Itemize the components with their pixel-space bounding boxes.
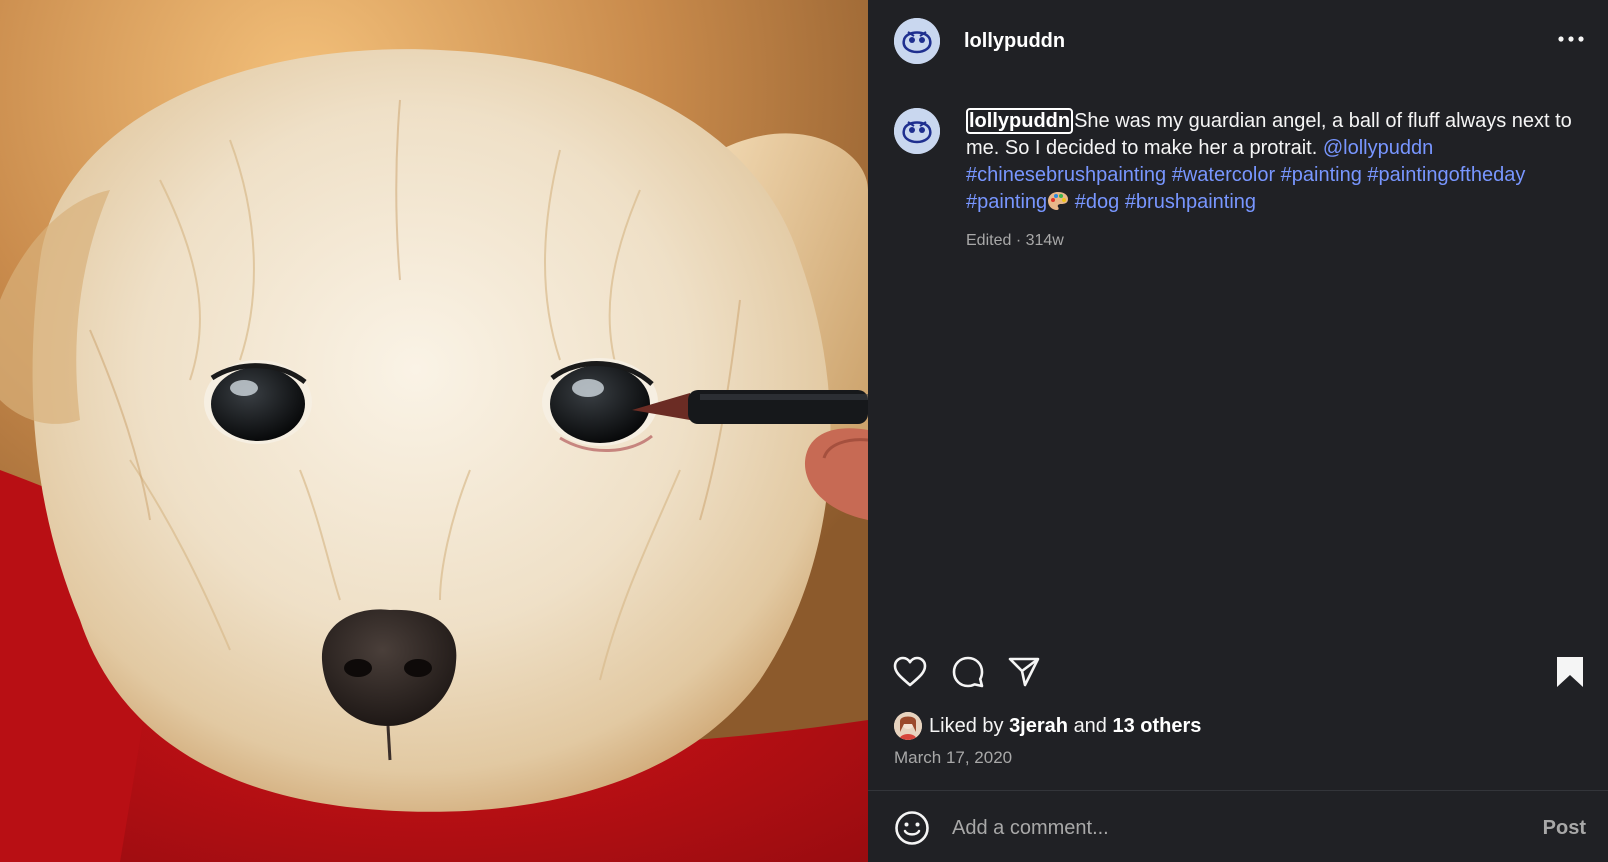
post-actions [890, 652, 1590, 692]
caption-avatar-image [894, 108, 940, 154]
caption-body: lollypuddn She was my guardian angel, a b… [966, 108, 1580, 254]
post-details-panel: lollypuddn lollypuddn She was my guardia… [868, 0, 1608, 862]
save-button[interactable] [1550, 652, 1590, 692]
more-options-button[interactable] [1554, 24, 1588, 54]
painted-dog-photo [0, 0, 868, 862]
caption-author-avatar[interactable] [894, 108, 940, 154]
emoji-icon [895, 811, 929, 845]
likes-others-link[interactable]: 13 others [1113, 715, 1202, 738]
likes-joiner: and [1073, 714, 1107, 737]
likes-summary: Liked by 3jerah and 13 others [894, 712, 1201, 740]
post-viewer: lollypuddn lollypuddn She was my guardia… [0, 0, 1608, 862]
heart-icon [893, 656, 927, 687]
emoji-picker-button[interactable] [892, 808, 932, 848]
author-avatar-image [894, 18, 940, 64]
post-header: lollypuddn [894, 16, 1588, 66]
author-username[interactable]: lollypuddn [964, 30, 1065, 53]
hashtag-link[interactable]: #painting [1281, 164, 1362, 186]
post-comment-button[interactable]: Post [1535, 817, 1594, 840]
hashtag-link[interactable]: #painting [966, 191, 1047, 213]
post-date[interactable]: March 17, 2020 [894, 748, 1012, 768]
mention-link[interactable]: @lollypuddn [1323, 137, 1433, 159]
author-avatar[interactable] [894, 18, 940, 64]
hashtag-link[interactable]: #watercolor [1172, 164, 1275, 186]
hashtag-link[interactable]: #paintingoftheday [1367, 164, 1525, 186]
post-image[interactable] [0, 0, 868, 862]
caption-author-link[interactable]: lollypuddn [966, 108, 1074, 134]
more-options-icon [1558, 36, 1584, 42]
caption-text: lollypuddn She was my guardian angel, a b… [966, 108, 1580, 219]
hashtag-link[interactable]: #chinesebrushpainting [966, 164, 1166, 186]
palette-emoji-icon [1047, 191, 1069, 219]
post-meta: Edited · 314w [966, 232, 1064, 249]
comment-bar: Post [892, 808, 1594, 848]
likes-prefix: Liked by [929, 714, 1004, 737]
like-button[interactable] [890, 652, 930, 692]
liker-avatar[interactable] [894, 712, 922, 740]
post-caption: lollypuddn She was my guardian angel, a b… [894, 108, 1580, 254]
bookmark-icon [1557, 657, 1583, 687]
divider [868, 790, 1608, 791]
hashtag-link[interactable]: #brushpainting [1125, 191, 1256, 213]
liker-avatar-image [894, 712, 922, 740]
comment-button[interactable] [948, 652, 988, 692]
liker-username[interactable]: 3jerah [1009, 715, 1068, 738]
share-icon [1008, 657, 1040, 687]
comment-icon [952, 656, 984, 688]
hashtag-link[interactable]: #dog [1075, 191, 1120, 213]
share-button[interactable] [1004, 652, 1044, 692]
comment-input[interactable] [950, 815, 1535, 841]
